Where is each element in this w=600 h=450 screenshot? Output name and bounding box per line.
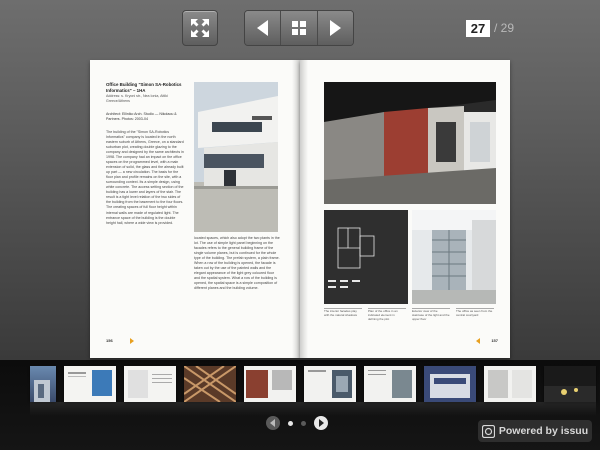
previous-page-button[interactable] [245,11,282,45]
next-page-button[interactable] [317,11,353,45]
total-pages-label: / 29 [494,21,515,35]
triangle-right-icon [330,20,342,36]
thumbnail[interactable] [244,366,296,402]
thumbnail[interactable] [30,366,56,402]
photo-caption: Exterior view of the staircase of the li… [412,308,450,321]
thumbnail[interactable] [124,366,176,402]
thumbnail-row [0,366,600,402]
thumbnail[interactable] [424,366,476,402]
pager-dot[interactable] [301,420,306,426]
left-page[interactable]: Office Building "Simon SA-Robotics Infor… [90,60,300,358]
triangle-left-icon [256,20,268,36]
thumbnails-prev-button[interactable] [266,416,280,430]
thumbnails-next-button[interactable] [314,416,328,430]
right-page[interactable]: The interior facades play with the natur… [300,60,510,358]
thumbnail-reflection [30,402,596,416]
folio-marker-icon [476,338,480,344]
powered-by-issuu-link[interactable]: Powered by issuu [478,420,592,442]
page-number-right: 157 [491,338,498,343]
book-spine [292,60,308,358]
page-number-left: 156 [106,338,113,343]
folio-marker-icon [130,338,134,344]
grid-view-button[interactable] [281,11,318,45]
thumbnail[interactable] [304,366,356,402]
article-body-column: The building of the "Simon SA-Robotics I… [106,130,184,225]
building-exterior-photo [194,82,278,232]
thumbnail-pager [266,416,328,430]
circle-arrow-right-icon [319,419,324,427]
issuu-logo-icon [481,424,495,438]
grid-four-icon [291,21,306,35]
article-title: Office Building "Simon SA-Robotics Infor… [106,82,182,93]
floor-plan-drawing [324,210,408,304]
article-credit: Architect: Elliniko Arch. Studio — Nikol… [106,112,177,121]
photo-caption: The office as seen from the central cour… [456,308,494,317]
photo-caption: The interior facades play with the natur… [324,308,362,318]
thumbnail[interactable] [544,366,596,402]
thumbnail[interactable] [184,366,236,402]
thumbnail[interactable] [484,366,536,402]
pager-dot[interactable] [288,420,293,426]
navigation-button-group [244,10,354,46]
expand-arrows-icon [191,19,209,37]
fullscreen-button[interactable] [182,10,218,46]
circle-arrow-left-icon [270,419,275,427]
courtyard-photo [324,82,496,204]
photo-caption: Plan of the office in an indicated eleme… [368,308,406,322]
staircase-photo [412,210,496,304]
article-address: Address: s. Kryoni str., Nea Ionia, Atti… [106,94,168,103]
thumbnail[interactable] [364,366,416,402]
thumbnail[interactable] [64,366,116,402]
current-page-field[interactable]: 27 [466,20,490,37]
branding-label: Powered by issuu [498,425,589,437]
